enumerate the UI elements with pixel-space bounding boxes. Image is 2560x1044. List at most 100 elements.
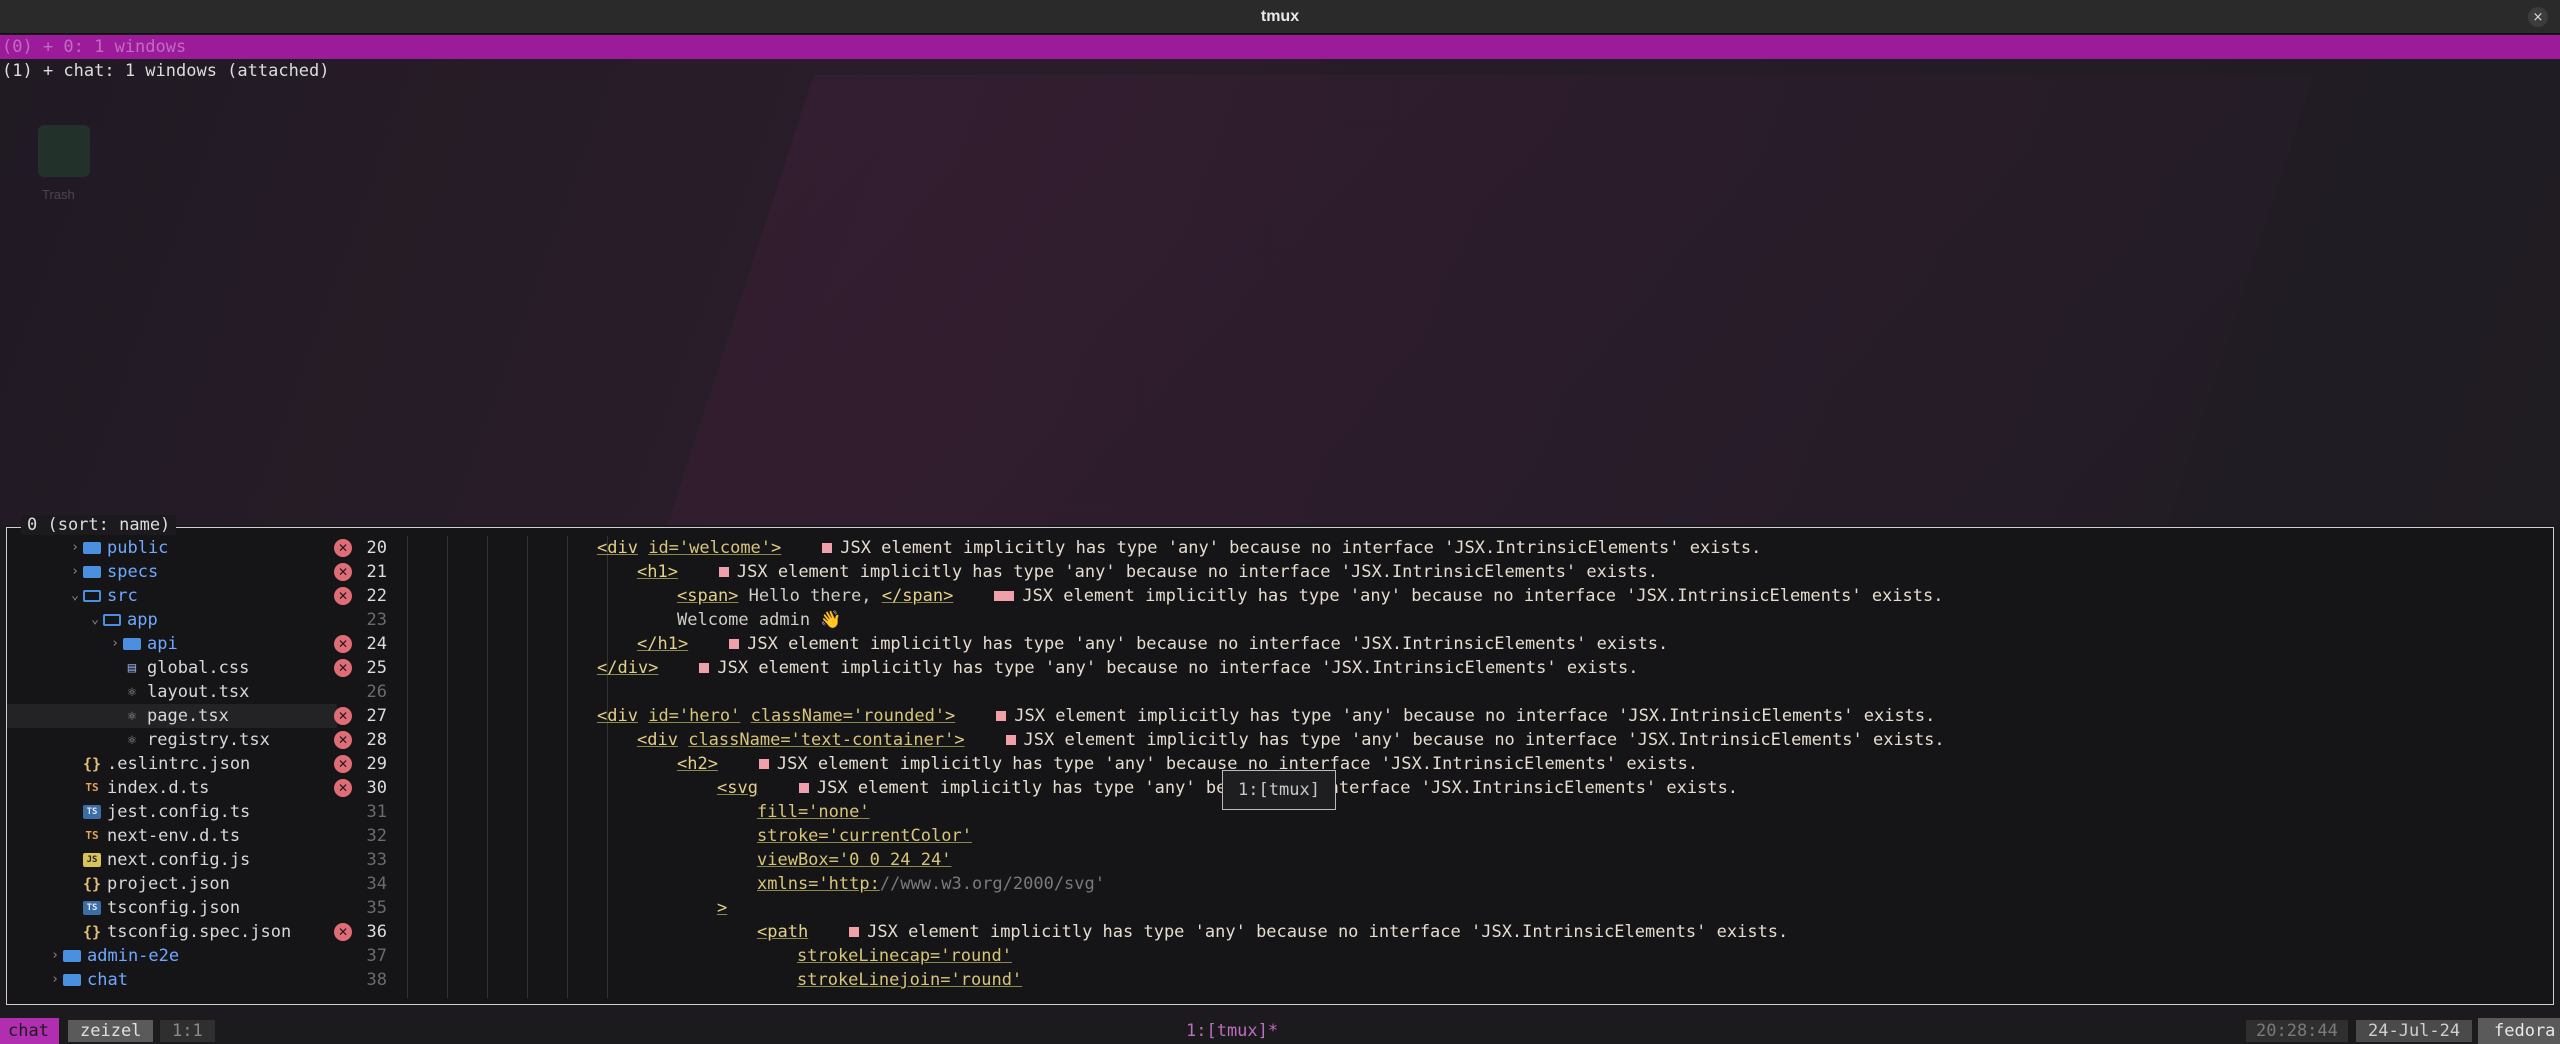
code-token: <h1> [637,562,678,582]
explorer-item[interactable]: ⌄ app [7,608,337,632]
folder-icon [83,566,101,578]
indent-guide [487,536,488,998]
line-number: 28 [366,730,387,750]
code-line[interactable]: xmlns='http://www.w3.org/2000/svg' [757,872,1105,896]
diagnostic-message: JSX element implicitly has type 'any' be… [867,922,1789,942]
code-line[interactable]: <h2> JSX element implicitly has type 'an… [677,752,1698,776]
diagnostic-message: JSX element implicitly has type 'any' be… [1023,730,1945,750]
json-file-icon: {} [83,755,102,773]
explorer-item[interactable]: ▤ global.css [7,656,337,680]
code-line[interactable]: <div className='text-container'> JSX ele… [637,728,1945,752]
react-file-icon: ⚛ [127,684,137,700]
explorer-item[interactable]: {} .eslintrc.json [7,752,337,776]
trash-icon [38,125,90,177]
code-token: </span> [881,586,954,606]
status-date: 24-Jul-24 [2356,1020,2473,1042]
explorer-item[interactable]: › admin-e2e [7,944,337,968]
line-number: 23 [366,610,387,630]
code-token: xmlns='http: [757,874,880,894]
status-session[interactable]: chat [0,1018,59,1044]
css-file-icon: ▤ [127,660,137,676]
explorer-item-label: tsconfig.spec.json [107,922,292,942]
code-token: //www.w3.org/2000/svg' [879,874,1105,894]
session-row-chat[interactable]: (1) + chat: 1 windows (attached) [0,59,2560,83]
explorer-item-label: global.css [147,658,250,678]
explorer-item-label: src [107,586,138,606]
code-line[interactable]: <path JSX element implicitly has type 'a… [757,920,1788,944]
line-number: 21 [366,562,387,582]
explorer-item[interactable]: › chat [7,968,337,992]
explorer-item[interactable]: ⌄ src [7,584,337,608]
code-token: strokeLinecap='round' [797,946,1012,966]
code-token: Hello there, [738,586,882,606]
code-token: > [771,538,782,558]
explorer-item[interactable]: TS jest.config.ts [7,800,337,824]
explorer-item-label: public [107,538,169,558]
explorer-item[interactable]: › specs [7,560,337,584]
code-token: <div [597,538,638,558]
line-number: 34 [366,874,387,894]
diagnostic-message: JSX element implicitly has type 'any' be… [1022,586,1944,606]
explorer-item[interactable]: › public [7,536,337,560]
explorer-item[interactable]: {} project.json [7,872,337,896]
code-line[interactable]: strokeLinejoin='round' [797,968,1022,992]
chevron-icon: › [71,540,79,555]
react-file-icon: ⚛ [127,708,137,724]
code-line[interactable]: strokeLinecap='round' [797,944,1012,968]
indent-guide [607,536,608,998]
code-line[interactable]: viewBox='0 0 24 24' [757,848,951,872]
indent-guide [447,536,448,998]
explorer-item[interactable]: {} tsconfig.spec.json [7,920,337,944]
code-line[interactable]: stroke='currentColor' [757,824,972,848]
explorer-item[interactable]: JS next.config.js [7,848,337,872]
explorer-item[interactable]: TS tsconfig.json [7,896,337,920]
line-number: 26 [366,682,387,702]
code-token: > [954,730,965,750]
code-line[interactable]: </div> JSX element implicitly has type '… [597,656,1639,680]
explorer-item[interactable]: TS index.d.ts [7,776,337,800]
explorer-item-label: next-env.d.ts [107,826,241,846]
preview-pane-label: 0 (sort: name) [21,515,177,535]
status-window-tab[interactable]: 1:[tmux]* [1186,1018,1278,1044]
line-number: 30 [366,778,387,798]
error-marker-icon [758,759,769,769]
error-marker-icon [699,663,710,673]
ts-file-icon: TS [85,829,99,842]
close-icon[interactable]: × [2528,7,2548,27]
explorer-item[interactable]: ⚛ layout.tsx [7,680,337,704]
code-token: <h2> [677,754,718,774]
background-shape [586,75,2314,525]
code-line[interactable]: Welcome admin 👋 [677,608,841,632]
folder-icon [63,950,81,962]
code-line[interactable]: <div id='welcome'> JSX element implicitl… [597,536,1761,560]
error-marker-icon [798,783,809,793]
folder-open-icon [103,614,121,626]
code-token: <div [597,706,638,726]
file-explorer: › public ✕ 20 › specs ✕ 21 ⌄ src ✕ 22 ⌄ app 23 › api ✕ 24 ▤… [7,536,417,998]
code-line[interactable]: > [717,896,727,920]
code-line[interactable]: <div id='hero' className='rounded'> JSX … [597,704,1935,728]
code-token: viewBox='0 0 24 24' [757,850,952,870]
session-row-0[interactable]: (0) + 0: 1 windows [0,35,2560,59]
explorer-item[interactable]: ⚛ page.tsx [7,704,337,728]
error-marker-icon [718,567,729,577]
tmux-status-bar: chat zeizel 1:1 1:[tmux]* 20:28:44 24-Ju… [0,1018,2560,1044]
json-file-icon: {} [83,875,102,893]
explorer-item[interactable]: › api [7,632,337,656]
explorer-item[interactable]: TS next-env.d.ts [7,824,337,848]
code-line[interactable]: fill='none' [757,800,870,824]
chevron-icon: › [51,948,59,963]
diagnostic-message: JSX element implicitly has type 'any' be… [736,562,1659,582]
code-line[interactable]: <span> Hello there, </span> JSX element … [677,584,1943,608]
explorer-item-label: page.tsx [147,706,229,726]
code-line[interactable]: <h1> JSX element implicitly has type 'an… [637,560,1658,584]
code-token: className='rounded' [750,706,946,726]
explorer-item[interactable]: ⚛ registry.tsx [7,728,337,752]
code-token: <svg [717,778,758,798]
status-pane: 1:1 [160,1020,215,1042]
explorer-item-label: admin-e2e [87,946,180,966]
code-line[interactable]: </h1> JSX element implicitly has type 'a… [637,632,1668,656]
explorer-item-label: api [147,634,178,654]
chevron-icon: › [51,972,59,987]
